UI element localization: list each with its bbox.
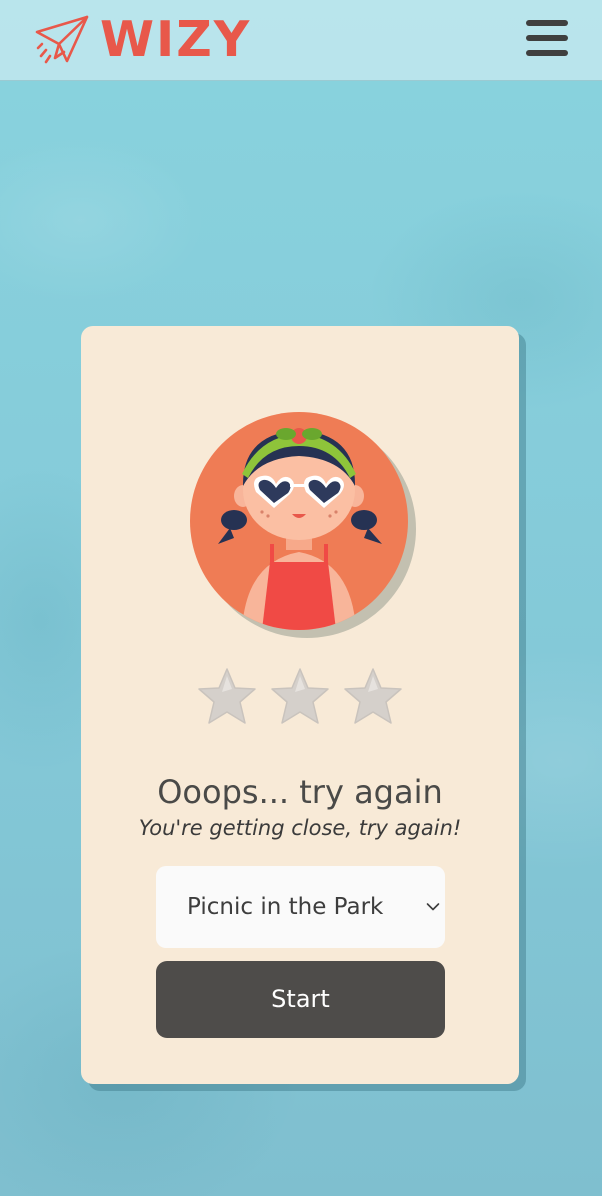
avatar — [190, 412, 418, 640]
star-icon — [196, 666, 258, 728]
star-icon — [269, 666, 331, 728]
paper-plane-icon[interactable] — [34, 14, 90, 66]
chevron-down-icon — [426, 903, 440, 911]
top-bar: WIZY — [0, 0, 602, 81]
star-icon — [342, 666, 404, 728]
result-title: Ooops... try again — [157, 773, 443, 811]
result-card: Ooops... try again You're getting close,… — [81, 326, 519, 1084]
start-button[interactable]: Start — [156, 961, 445, 1038]
level-select-value: Picnic in the Park — [187, 894, 384, 920]
level-select[interactable]: Picnic in the Park — [156, 866, 445, 948]
result-message: You're getting close, try again! — [138, 816, 462, 840]
brand-logo[interactable]: WIZY — [100, 10, 251, 70]
hamburger-menu-icon[interactable] — [526, 20, 568, 58]
star-rating — [196, 666, 406, 728]
